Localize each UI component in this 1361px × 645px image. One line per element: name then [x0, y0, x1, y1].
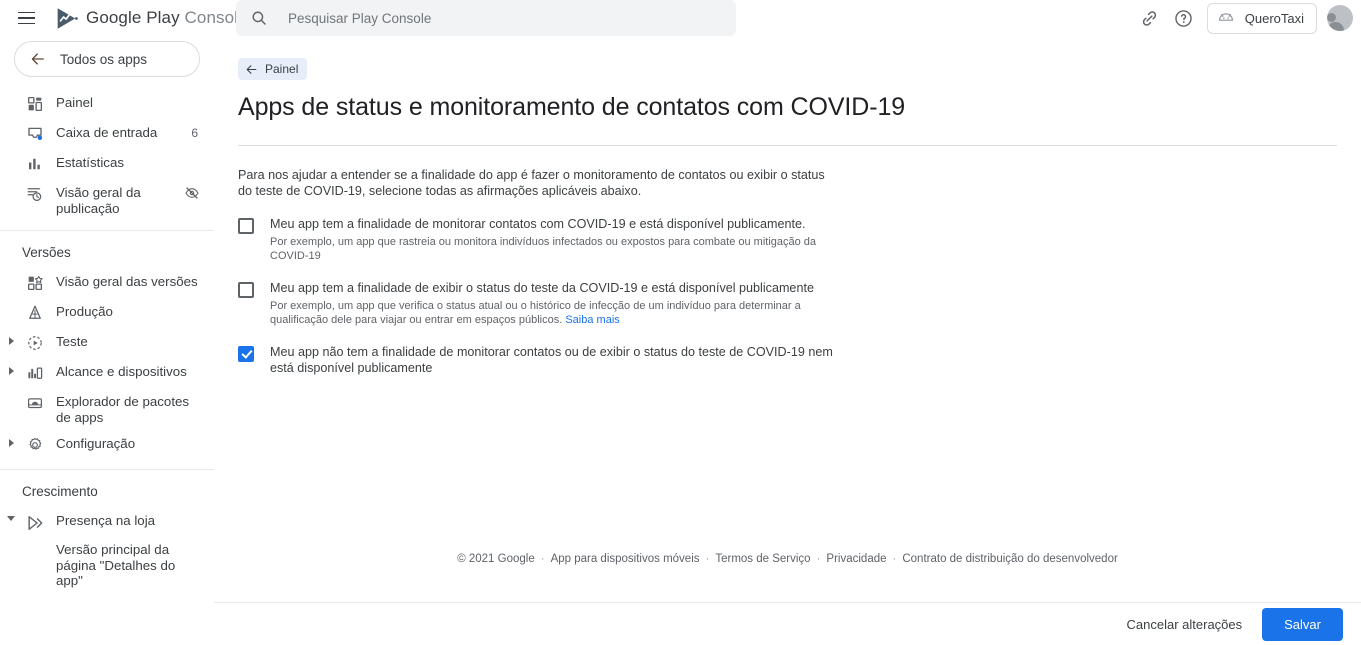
learn-more-link[interactable]: Saiba mais	[565, 314, 619, 326]
sidebar-item-explorador-de-pacotes-de-apps[interactable]: Explorador de pacotes de apps	[0, 388, 214, 430]
visibility-off-icon[interactable]	[184, 184, 204, 206]
all-apps-button[interactable]: Todos os apps	[14, 41, 200, 77]
production-icon	[22, 303, 48, 322]
dashboard-icon	[22, 94, 48, 113]
android-robot-icon	[1218, 13, 1233, 21]
sidebar-item-label: Explorador de pacotes de apps	[56, 394, 190, 425]
bar-chart-icon	[22, 154, 48, 173]
breadcrumb[interactable]: Painel	[238, 58, 308, 80]
sidebar-item-alcance-e-dispositivos[interactable]: Alcance e dispositivos	[0, 358, 214, 388]
option-row-contact-tracing[interactable]: Meu app tem a finalidade de monitorar co…	[238, 216, 838, 264]
option-help-text: Por exemplo, um app que verifica o statu…	[270, 299, 801, 327]
google-play-console-logo	[57, 7, 78, 29]
sidebar-item-label: Estatísticas	[56, 155, 124, 170]
gear-icon	[22, 435, 48, 454]
top-bar-actions: QueroTaxi	[1133, 0, 1353, 36]
app-selector-chip[interactable]: QueroTaxi	[1206, 2, 1317, 34]
testing-icon	[22, 333, 48, 352]
footer-link-distribution-agreement[interactable]: Contrato de distribuição do desenvolvedo…	[902, 553, 1117, 565]
brand-google-play: Google Play	[86, 8, 180, 27]
option-label: Meu app tem a finalidade de monitorar co…	[270, 216, 806, 231]
checkbox-contact-tracing[interactable]	[238, 217, 254, 234]
sidebar-item-label: Produção	[56, 304, 113, 319]
sidebar-item-visao-geral-da-publicacao[interactable]: Visão geral da publicação	[0, 179, 214, 221]
sidebar-item-label: Painel	[56, 95, 93, 110]
app-bundle-explorer-icon	[22, 393, 48, 412]
sidebar-releases-group: Visão geral das versões Produção Teste A…	[0, 268, 214, 460]
checkbox-neither[interactable]	[238, 345, 254, 362]
inbox-badge-count: 6	[191, 126, 198, 140]
chevron-right-icon[interactable]	[0, 435, 22, 447]
chevron-right-icon[interactable]	[0, 333, 22, 345]
sidebar-item-presenca-na-loja[interactable]: Presença na loja	[0, 507, 214, 538]
sidebar-section-crescimento: Crescimento	[22, 484, 98, 499]
avatar[interactable]	[1327, 5, 1353, 31]
all-apps-label: Todos os apps	[60, 51, 148, 67]
inbox-icon	[22, 124, 48, 143]
option-help: Por exemplo, um app que rastreia ou moni…	[270, 235, 817, 263]
intro-paragraph: Para nos ajudar a entender se a finalida…	[238, 167, 825, 198]
sidebar-item-label: Presença na loja	[56, 513, 156, 528]
sidebar-item-caixa-de-entrada[interactable]: Caixa de entrada 6	[0, 119, 214, 149]
sidebar-item-estatisticas[interactable]: Estatísticas	[0, 149, 214, 179]
link-icon[interactable]	[1133, 1, 1167, 35]
option-row-test-status[interactable]: Meu app tem a finalidade de exibir o sta…	[238, 280, 838, 328]
main-content: Painel Apps de status e monitoramento de…	[214, 36, 1361, 645]
option-help: Por exemplo, um app que verifica o statu…	[270, 299, 838, 328]
search-icon	[252, 11, 266, 25]
title-divider	[238, 144, 1337, 146]
search-input[interactable]	[286, 9, 686, 27]
help-circle-icon[interactable]	[1167, 1, 1201, 35]
top-app-bar: Google Play Console Pesquisar Play Conso…	[0, 0, 1361, 36]
brand[interactable]: Google Play Console	[54, 6, 248, 31]
arrow-left-icon	[246, 64, 257, 74]
breadcrumb-label: Painel	[265, 62, 299, 76]
sidebar-growth-group: Presença na loja Versão principal da pág…	[0, 507, 214, 593]
cancel-changes-button[interactable]: Cancelar alterações	[1121, 609, 1249, 640]
hamburger-menu-icon[interactable]	[8, 0, 44, 36]
footer-link-mobile-app[interactable]: App para dispositivos móveis	[551, 553, 700, 565]
sidebar-item-visao-geral-das-versoes[interactable]: Visão geral das versões	[0, 268, 214, 298]
sidebar-item-teste[interactable]: Teste	[0, 328, 214, 358]
checkbox-test-status[interactable]	[238, 281, 254, 298]
option-label: Meu app não tem a finalidade de monitora…	[270, 344, 833, 375]
sidebar-item-painel[interactable]: Painel	[0, 89, 214, 119]
publishing-clock-icon	[22, 184, 48, 203]
footer-copyright: © 2021 Google	[457, 553, 535, 565]
option-row-neither[interactable]: Meu app não tem a finalidade de monitora…	[238, 344, 838, 376]
sidebar-item-configuracao[interactable]: Configuração	[0, 430, 214, 460]
page-footer: © 2021 Google · App para dispositivos mó…	[457, 553, 1118, 565]
chevron-down-icon[interactable]	[0, 512, 22, 521]
sidebar-primary-group: Painel Caixa de entrada 6 Estatísticas V…	[0, 89, 214, 221]
search-bar[interactable]	[236, 0, 736, 36]
sidebar-subitem-versao-principal[interactable]: Versão principal da página "Detalhes do …	[0, 538, 214, 593]
sidebar-item-label: Visão geral das versões	[56, 274, 198, 289]
sidebar-item-label: Visão geral da publicação	[56, 185, 141, 216]
save-button[interactable]: Salvar	[1262, 607, 1343, 641]
brand-text: Google Play Console	[86, 8, 248, 28]
sidebar-item-label: Caixa de entrada	[56, 125, 158, 140]
reach-devices-icon	[22, 363, 48, 382]
bottom-action-bar: Cancelar alterações Salvar	[214, 602, 1361, 645]
app-chip-name: QueroTaxi	[1244, 10, 1304, 26]
sidebar: Todos os apps Painel Caixa de entrada 6 …	[0, 36, 214, 645]
sidebar-item-label: Teste	[56, 334, 88, 349]
release-overview-icon	[22, 273, 48, 292]
option-label: Meu app tem a finalidade de exibir o sta…	[270, 280, 814, 295]
sidebar-item-label: Configuração	[56, 436, 136, 451]
footer-link-privacy[interactable]: Privacidade	[826, 553, 886, 565]
chevron-right-icon[interactable]	[0, 363, 22, 375]
store-presence-icon	[22, 512, 48, 533]
sidebar-item-label: Alcance e dispositivos	[56, 364, 187, 379]
sidebar-item-producao[interactable]: Produção	[0, 298, 214, 328]
arrow-left-icon	[31, 53, 44, 65]
sidebar-section-versoes: Versões	[22, 245, 71, 260]
page-title: Apps de status e monitoramento de contat…	[238, 92, 906, 121]
footer-link-terms[interactable]: Termos de Serviço	[715, 553, 810, 565]
